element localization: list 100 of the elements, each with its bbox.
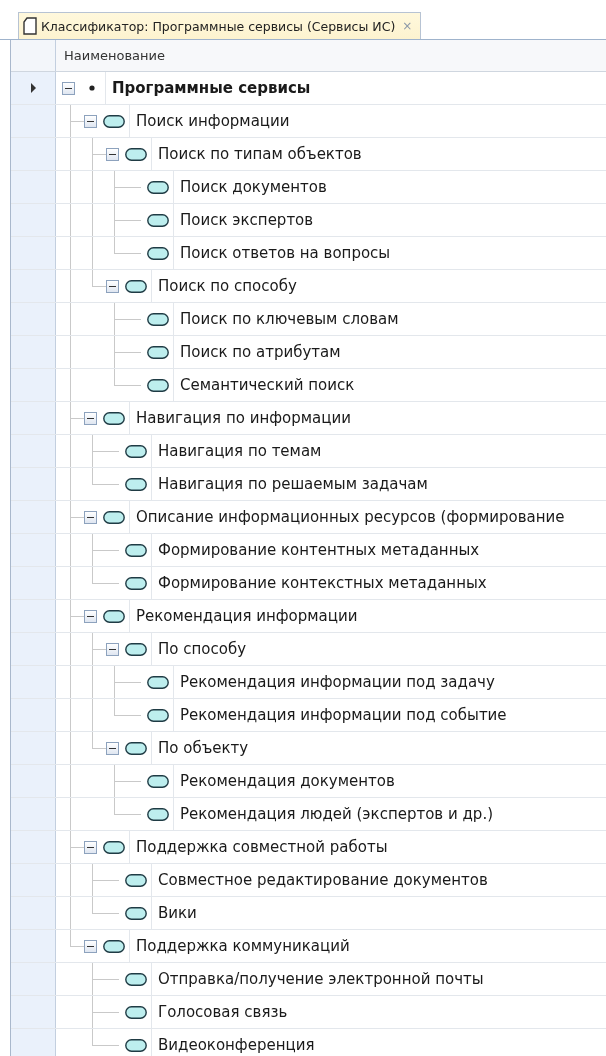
service-icon [125,444,147,458]
row-header[interactable] [11,534,56,566]
service-icon [125,906,147,920]
tree-item[interactable]: Поддержка совместной работы [129,831,388,863]
document-tab[interactable]: Классификатор: Программные сервисы (Сервисы ИС) × [18,12,422,39]
row-header[interactable] [11,798,56,830]
row-header[interactable] [11,402,56,434]
collapse-button[interactable] [84,411,97,425]
row-header[interactable] [11,1029,56,1056]
service-icon [125,543,147,557]
tree-item[interactable]: Поиск документов [173,171,327,203]
row-header[interactable] [11,138,56,170]
service-icon [147,675,169,689]
row-header[interactable] [11,72,56,104]
row-header[interactable] [11,996,56,1028]
tree-item[interactable]: Описание информационных ресурсов (формирование [129,501,565,533]
collapse-button[interactable] [62,81,75,95]
service-icon [125,576,147,590]
tree-item[interactable]: Рекомендация людей (экспертов и др.) [173,798,493,830]
service-icon [147,180,169,194]
service-icon [103,609,125,623]
collapse-button[interactable] [106,147,119,161]
tree-item[interactable]: Рекомендация информации [129,600,358,632]
tree-item[interactable]: Навигация по решаемым задачам [151,468,428,500]
row-header[interactable] [11,567,56,599]
row-header[interactable] [11,633,56,665]
tree-item[interactable]: Поиск ответов на вопросы [173,237,391,269]
document-icon [23,17,37,35]
service-icon [147,345,169,359]
row-header[interactable] [11,864,56,896]
tree-item[interactable]: Рекомендация информации под задачу [173,666,495,698]
tree-item[interactable]: Поддержка коммуникаций [129,930,350,962]
service-icon [103,510,125,524]
row-header[interactable] [11,270,56,302]
tree-item[interactable]: Видеоконференция [151,1029,315,1056]
tree-item[interactable]: Навигация по информации [129,402,351,434]
row-header[interactable] [11,369,56,401]
service-icon [147,774,169,788]
service-icon [147,807,169,821]
collapse-button[interactable] [84,939,97,953]
tree-item[interactable]: Поиск по ключевым словам [173,303,399,335]
collapse-button[interactable] [84,840,97,854]
tree-item[interactable]: Поиск по атрибутам [173,336,341,368]
service-icon [147,378,169,392]
row-header[interactable] [11,171,56,203]
service-icon [125,1005,147,1019]
tree-item[interactable]: Отправка/получение электронной почты [151,963,484,995]
row-header[interactable] [11,468,56,500]
current-row-icon [30,83,36,93]
row-header[interactable] [11,666,56,698]
tree-item[interactable]: Совместное редактирование документов [151,864,488,896]
tree-item[interactable]: Вики [151,897,197,929]
tree-item[interactable]: Семантический поиск [173,369,355,401]
tree-item[interactable]: Формирование контентных метаданных [151,534,480,566]
tree-item[interactable]: Поиск по способу [151,270,297,302]
row-header[interactable] [11,237,56,269]
service-icon [103,840,125,854]
service-icon [147,312,169,326]
tree-item[interactable]: Поиск информации [129,105,290,137]
row-header[interactable] [11,336,56,368]
row-header[interactable] [11,930,56,962]
tree-item[interactable]: Голосовая связь [151,996,288,1028]
row-header[interactable] [11,435,56,467]
row-header[interactable] [11,204,56,236]
service-icon [103,114,125,128]
service-icon [103,939,125,953]
collapse-button[interactable] [84,609,97,623]
service-icon [125,279,147,293]
service-icon [147,213,169,227]
row-header[interactable] [11,699,56,731]
row-header[interactable] [11,963,56,995]
tree-item[interactable]: Рекомендация информации под событие [173,699,507,731]
row-header[interactable] [11,600,56,632]
row-header[interactable] [11,105,56,137]
row-header[interactable] [11,765,56,797]
tree-item[interactable]: По способу [151,633,246,665]
tree-item[interactable]: Навигация по темам [151,435,322,467]
service-icon [147,708,169,722]
tree-item[interactable]: Поиск по типам объектов [151,138,362,170]
row-header[interactable] [11,831,56,863]
column-header[interactable]: Наименование [56,40,166,71]
collapse-button[interactable] [106,279,119,293]
service-icon [125,642,147,656]
bullet-icon [89,85,95,91]
service-icon [125,1038,147,1052]
collapse-button[interactable] [106,642,119,656]
collapse-button[interactable] [106,741,119,755]
tree-item[interactable]: Программные сервисы [105,72,311,104]
tree-item[interactable]: Поиск экспертов [173,204,314,236]
collapse-button[interactable] [84,510,97,524]
row-header[interactable] [11,897,56,929]
tree-item[interactable]: По объекту [151,732,249,764]
collapse-button[interactable] [84,114,97,128]
row-header[interactable] [11,501,56,533]
service-icon [125,972,147,986]
tree-item[interactable]: Рекомендация документов [173,765,395,797]
row-header[interactable] [11,732,56,764]
tree-item[interactable]: Формирование контекстных метаданных [151,567,487,599]
row-header[interactable] [11,303,56,335]
service-icon [147,246,169,260]
